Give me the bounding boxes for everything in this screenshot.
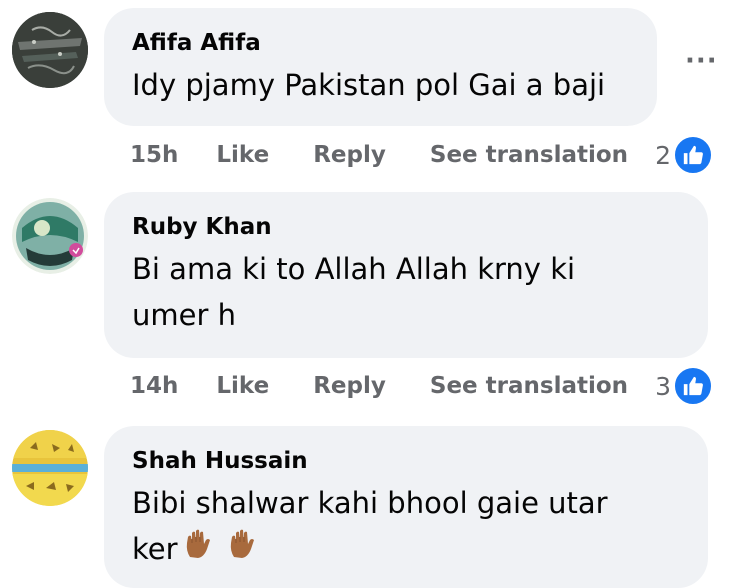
comment-ruby: Ruby Khan Bi ama ki to Allah Allah krny …: [0, 180, 739, 420]
avatar[interactable]: [12, 430, 88, 506]
raised-hand-emoji-icon: [226, 526, 258, 572]
comment-text-line-2: ker: [132, 532, 178, 566]
comment-bubble: Ruby Khan Bi ama ki to Allah Allah krny …: [104, 192, 708, 358]
like-button[interactable]: Like: [216, 373, 269, 399]
comment-timestamp[interactable]: 15h: [130, 142, 178, 168]
comment-text: Idy pjamy Pakistan pol Gai a baji: [132, 68, 606, 102]
comment-actions: 14h Like Reply See translation: [130, 369, 672, 403]
raised-hand-emoji-icon: [182, 526, 214, 572]
comment-author[interactable]: Shah Hussain: [132, 446, 680, 476]
comment-actions: 15h Like Reply See translation: [130, 138, 672, 172]
thumbs-up-icon: [673, 366, 713, 406]
comment-author[interactable]: Ruby Khan: [132, 212, 680, 242]
reaction-count: 2: [655, 140, 671, 170]
comment-shah: Shah Hussain Bibi shalwar kahi bhool gai…: [0, 420, 739, 588]
comment-bubble: Shah Hussain Bibi shalwar kahi bhool gai…: [104, 426, 708, 588]
see-translation-link[interactable]: See translation: [430, 142, 628, 168]
reaction-summary[interactable]: 3: [655, 366, 713, 406]
comment-afifa: Afifa Afifa Idy pjamy Pakistan pol Gai a…: [0, 0, 739, 180]
reaction-count: 3: [655, 371, 671, 401]
reply-button[interactable]: Reply: [313, 142, 386, 168]
comment-text-line-1: Bi ama ki to Allah Allah krny ki: [132, 252, 576, 286]
thumbs-up-icon: [673, 135, 713, 175]
like-button[interactable]: Like: [216, 142, 269, 168]
comment-timestamp[interactable]: 14h: [130, 373, 178, 399]
comment-author[interactable]: Afifa Afifa: [132, 28, 629, 58]
avatar[interactable]: [12, 12, 88, 88]
see-translation-link[interactable]: See translation: [430, 373, 628, 399]
reply-button[interactable]: Reply: [313, 373, 386, 399]
comment-text-line-1: Bibi shalwar kahi bhool gaie utar: [132, 486, 608, 520]
avatar[interactable]: [12, 198, 88, 274]
reaction-summary[interactable]: 2: [655, 135, 713, 175]
more-options-icon[interactable]: ···: [685, 48, 718, 74]
comment-text-line-2: umer h: [132, 298, 236, 332]
comment-bubble: Afifa Afifa Idy pjamy Pakistan pol Gai a…: [104, 8, 657, 126]
comment-text-line-2-row: ker: [132, 526, 680, 572]
